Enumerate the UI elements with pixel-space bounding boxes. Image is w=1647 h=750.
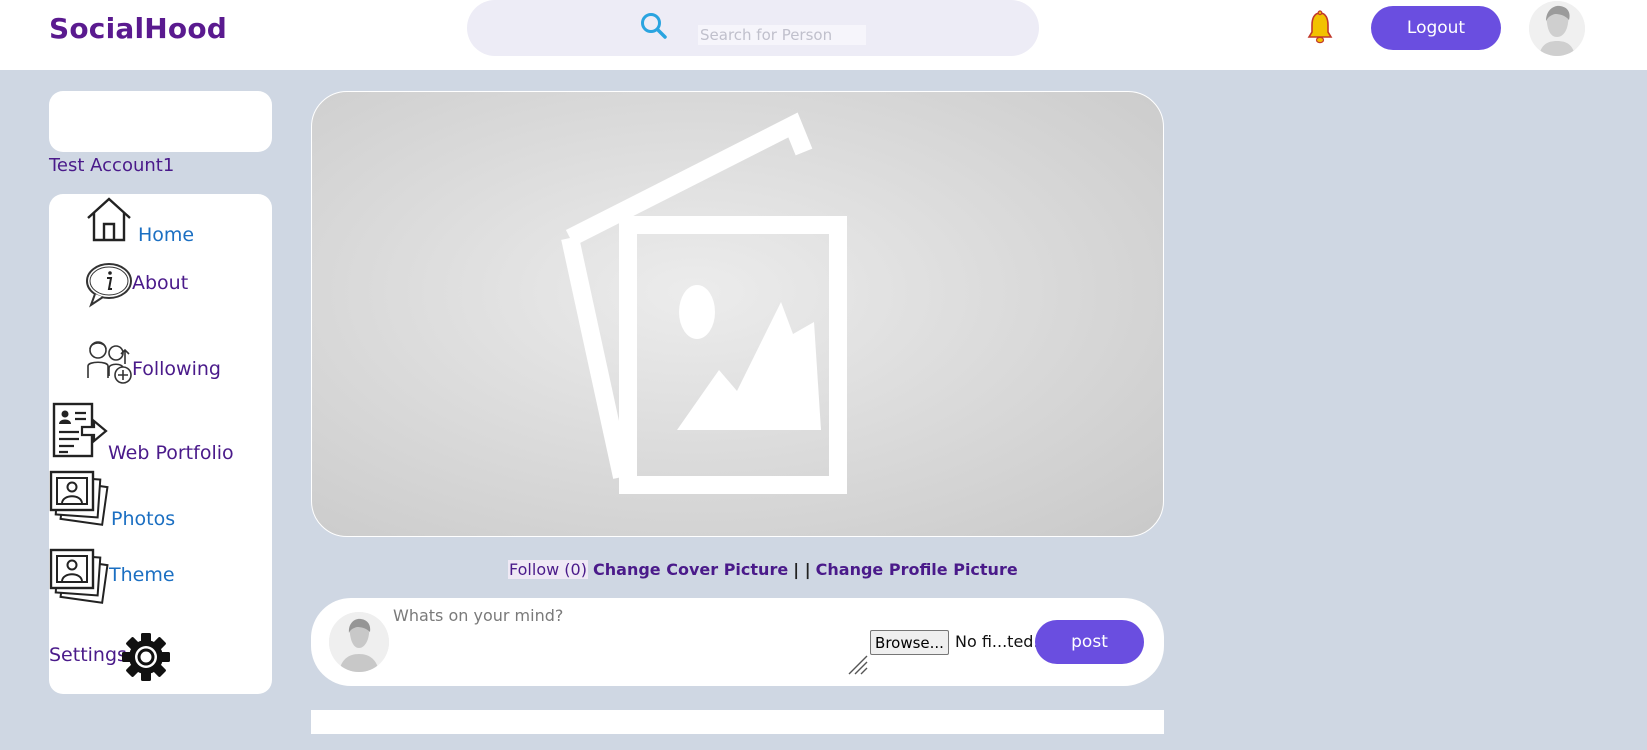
top-navbar: SocialHood Logout — [0, 0, 1647, 70]
post-composer: Browse... No fi...ted. post — [311, 598, 1164, 686]
search-icon[interactable] — [639, 11, 669, 41]
follow-button[interactable]: Follow (0) — [508, 560, 588, 579]
sidebar-item-label: Web Portfolio — [108, 442, 234, 464]
file-status-text: No fi...ted. — [955, 632, 1039, 651]
portfolio-document-icon — [52, 402, 108, 458]
browse-file-button[interactable]: Browse... — [870, 630, 949, 655]
brand-logo[interactable]: SocialHood — [49, 12, 227, 45]
image-placeholder-icon — [561, 112, 847, 494]
info-bubble-icon — [86, 263, 132, 308]
search-input[interactable] — [698, 25, 866, 45]
resize-grip-icon[interactable] — [847, 654, 869, 676]
sidebar-item-settings[interactable]: Settings — [49, 630, 229, 684]
post-button[interactable]: post — [1035, 620, 1144, 664]
sidebar-item-about[interactable]: About — [85, 262, 235, 308]
theme-photos-icon — [49, 548, 109, 604]
sidebar-item-label: Following — [132, 358, 221, 380]
logout-button[interactable]: Logout — [1371, 6, 1501, 50]
change-profile-picture-link[interactable]: Change Profile Picture — [816, 560, 1018, 579]
sidebar-item-home[interactable]: Home — [85, 194, 235, 246]
gear-icon — [122, 633, 170, 681]
avatar-silhouette-icon — [1529, 1, 1585, 56]
profile-actions: Follow (0) Change Cover Picture | | Chan… — [508, 560, 1018, 579]
profile-picture-box[interactable] — [49, 91, 272, 152]
avatar-silhouette-icon — [329, 612, 389, 672]
sidebar-nav: Home About Following Web Portfolio Photo… — [49, 194, 272, 694]
composer-avatar — [329, 612, 389, 672]
sidebar-item-following[interactable]: Following — [85, 338, 255, 388]
sidebar-item-label: Settings — [49, 644, 127, 666]
change-cover-picture-link[interactable]: Change Cover Picture — [593, 560, 788, 579]
feed-container — [311, 710, 1164, 734]
following-people-icon — [87, 341, 132, 384]
search-bar — [467, 0, 1039, 56]
sidebar-item-label: Home — [138, 224, 195, 246]
separator: | | — [793, 560, 811, 579]
account-name[interactable]: Test Account1 — [49, 155, 174, 176]
sidebar-item-theme[interactable]: Theme — [49, 548, 199, 612]
photos-stack-icon — [49, 470, 109, 526]
sidebar-item-label: Photos — [111, 508, 176, 530]
sidebar-item-label: Theme — [109, 564, 175, 586]
home-icon — [87, 197, 131, 242]
cover-picture[interactable] — [311, 91, 1164, 537]
sidebar-item-photos[interactable]: Photos — [49, 470, 199, 534]
notification-bell-icon[interactable] — [1307, 10, 1333, 44]
sidebar-item-label: About — [132, 272, 189, 294]
user-avatar[interactable] — [1529, 1, 1585, 56]
sidebar-item-web-portfolio[interactable]: Web Portfolio — [52, 402, 242, 466]
